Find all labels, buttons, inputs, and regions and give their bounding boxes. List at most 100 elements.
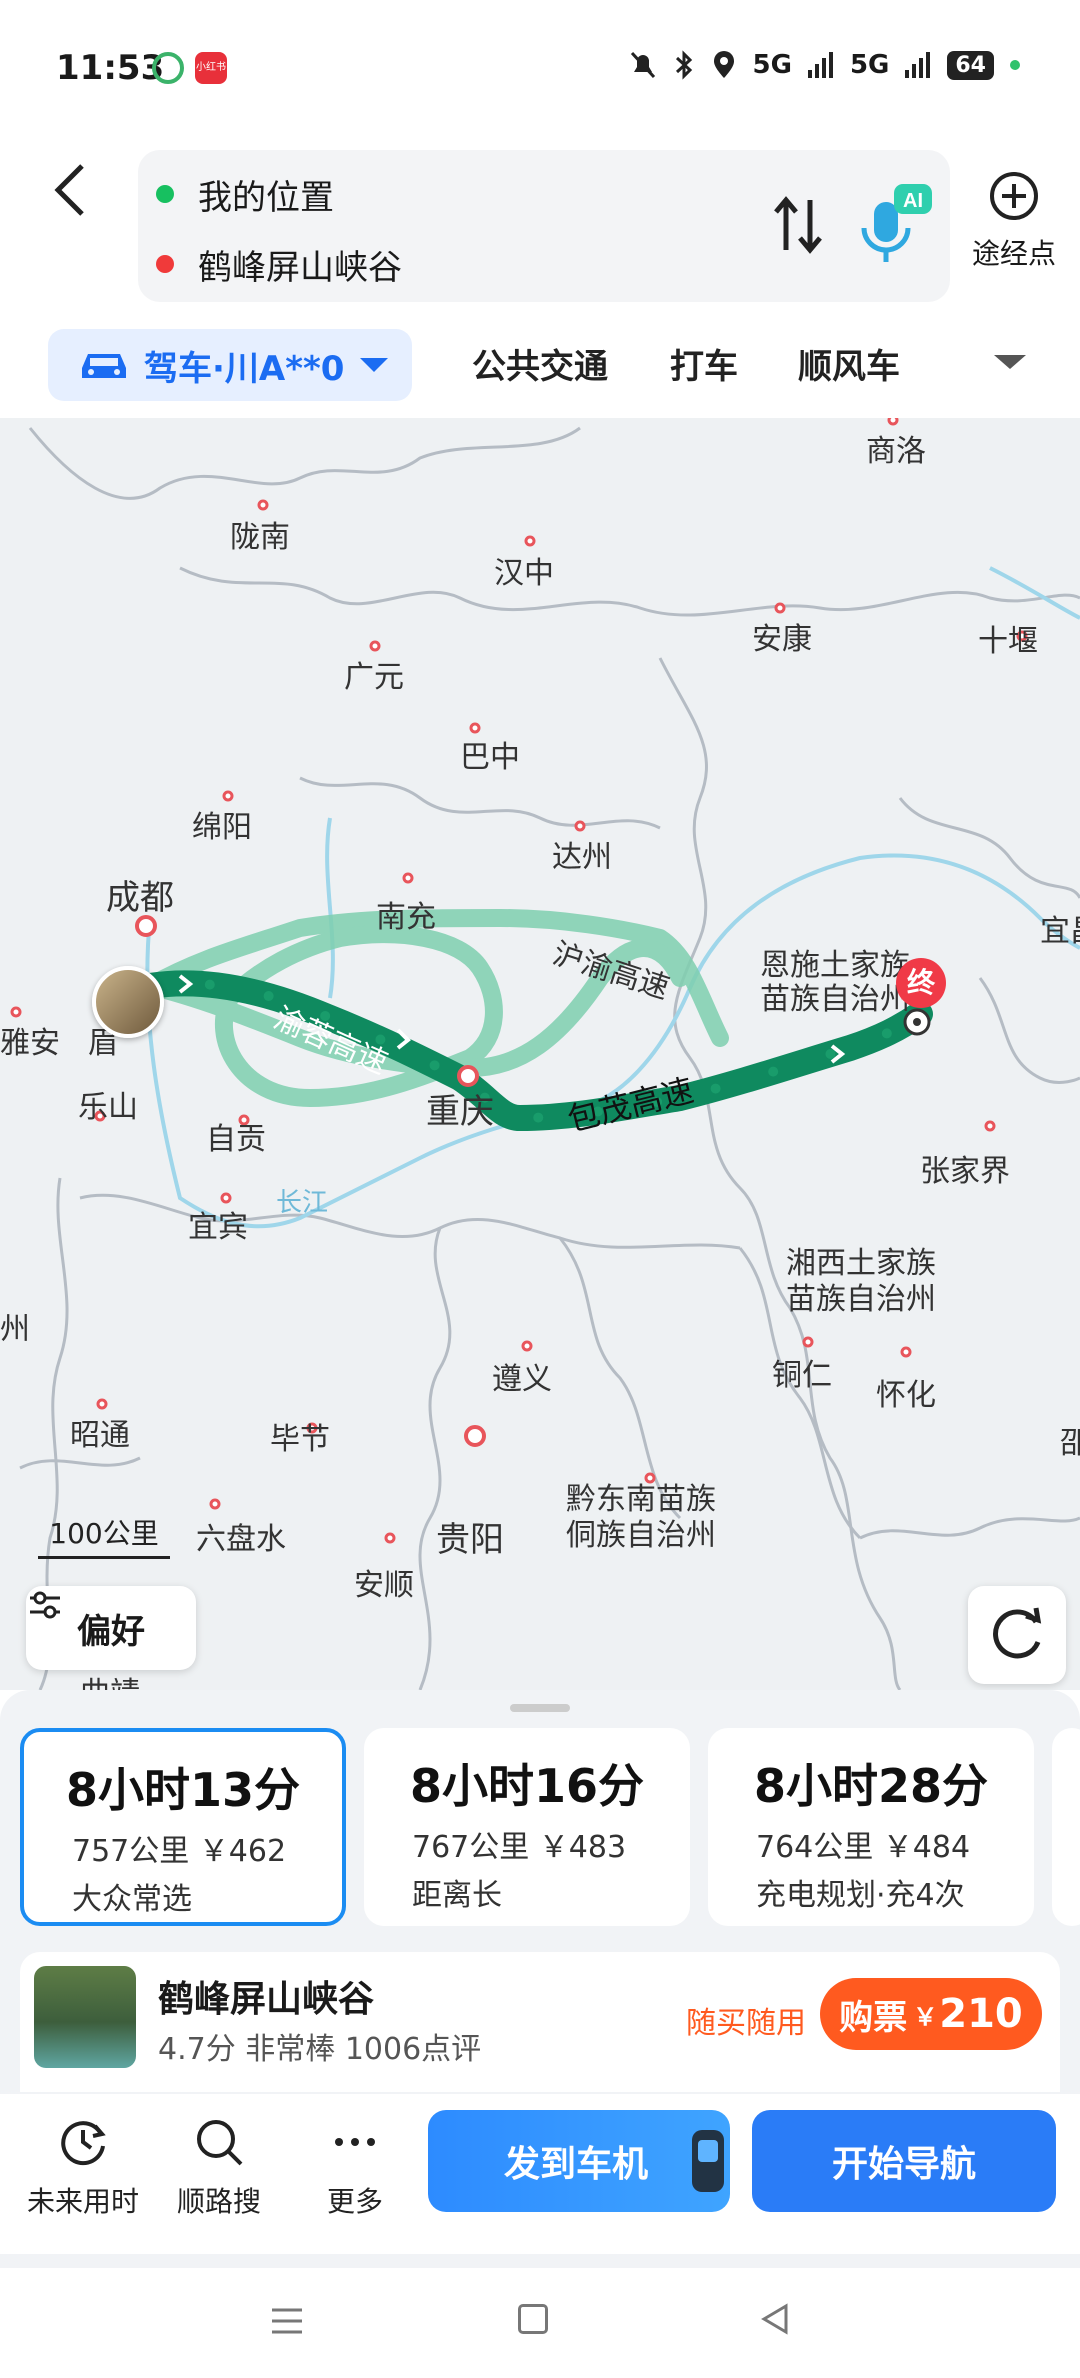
- map-label: 重庆: [426, 1092, 494, 1132]
- more-label: 更多: [326, 2185, 383, 2218]
- map-label: 张家界: [920, 1154, 1010, 1189]
- start-dot-icon: [156, 185, 174, 203]
- tab-carpool[interactable]: 顺风车: [798, 339, 900, 388]
- clock-icon: [61, 2121, 106, 2166]
- tab-drive[interactable]: 驾车·川A**0: [48, 329, 412, 401]
- tab-transit[interactable]: 公共交通: [472, 339, 608, 388]
- route-tag: 大众常选: [72, 1882, 192, 1917]
- map-label: 巴中: [460, 740, 520, 775]
- back-button[interactable]: [50, 160, 110, 240]
- destination-poi-card[interactable]: 鹤峰屏山峡谷 4.7分 非常棒 1006点评 随买随用 购票 ￥ 210: [20, 1952, 1060, 2092]
- route-option-2[interactable]: 8小时16分 767公里 ￥483 距离长: [364, 1728, 690, 1926]
- map-label: 遵义: [492, 1362, 552, 1397]
- province-borders: [19, 426, 1080, 1690]
- route-tag: 距离长: [412, 1878, 502, 1913]
- recent-apps-icon[interactable]: [270, 2306, 304, 2336]
- back-triangle-icon[interactable]: [758, 2302, 792, 2336]
- battery-indicator: 64: [947, 50, 994, 80]
- ticket-price: 210: [939, 1991, 1023, 2037]
- chengdu-dot: [135, 915, 157, 937]
- system-nav-bar: [0, 2268, 1080, 2378]
- map-label: 宜宾: [188, 1210, 248, 1245]
- tab-drive-label: 驾车·川A**0: [144, 348, 345, 389]
- route-distance-cost: 767公里 ￥483: [412, 1830, 627, 1865]
- end-marker-icon[interactable]: 终: [896, 958, 946, 1008]
- map-label: 绵阳: [192, 810, 252, 845]
- map-label: 安康: [752, 622, 812, 657]
- search-along-label: 顺路搜: [176, 2185, 261, 2218]
- poi-thumbnail: [34, 1966, 136, 2068]
- tab-taxi[interactable]: 打车: [670, 339, 738, 388]
- map-label: 商洛: [866, 434, 926, 469]
- privacy-dot: [1010, 60, 1020, 70]
- app-notification-icon: [152, 52, 184, 84]
- network-5g-1: 5G: [752, 50, 792, 80]
- route-distance-cost: 757公里 ￥462: [72, 1834, 287, 1869]
- map-label: 侗族自治州: [566, 1518, 716, 1553]
- map-label: 苗族自治州: [760, 982, 910, 1017]
- status-time: 11:53: [56, 48, 165, 88]
- destination-field[interactable]: 鹤峰屏山峡谷: [156, 234, 402, 294]
- back-arrow-icon: [54, 164, 84, 216]
- route-time: 8小时28分: [753, 1759, 989, 1813]
- route-option-3[interactable]: 8小时28分 764公里 ￥484 充电规划·充4次: [708, 1728, 1034, 1926]
- add-waypoint-button[interactable]: 途经点: [964, 170, 1064, 272]
- map-label: 广元: [344, 660, 404, 695]
- destination-label: 鹤峰屏山峡谷: [198, 247, 402, 288]
- swap-icon[interactable]: [768, 190, 828, 260]
- refresh-button[interactable]: [968, 1586, 1066, 1684]
- search-icon: [197, 2120, 243, 2166]
- home-icon[interactable]: [518, 2304, 548, 2334]
- more-button[interactable]: 更多: [290, 2114, 420, 2220]
- map-label: 毕节: [270, 1422, 330, 1457]
- route-options: 8小时13分 757公里 ￥462 大众常选 8小时16分 767公里 ￥483…: [0, 1728, 1080, 1928]
- map-label: 六盘水: [196, 1522, 286, 1557]
- sheet-handle[interactable]: [510, 1704, 570, 1712]
- car-icon: [82, 354, 126, 378]
- buy-ticket-button[interactable]: 购票 ￥ 210: [820, 1978, 1042, 2050]
- future-time-button[interactable]: 未来用时: [18, 2114, 148, 2220]
- signal-icon: [807, 52, 833, 78]
- mute-icon: [630, 51, 655, 79]
- start-field[interactable]: 我的位置: [156, 164, 334, 224]
- sliders-icon: [30, 1591, 60, 1619]
- route-time: 8小时13分: [65, 1763, 301, 1817]
- map-label: 自贡: [206, 1122, 266, 1157]
- route-option-4-peek[interactable]: [1052, 1728, 1080, 1926]
- map-canvas: [10, 418, 1080, 1690]
- future-time-label: 未来用时: [26, 2185, 139, 2218]
- bottom-action-bar: 未来用时 顺路搜 更多 发到车机 开始导航: [0, 2094, 1080, 2254]
- preference-button[interactable]: 偏好: [26, 1586, 196, 1670]
- location-icon: [713, 51, 734, 78]
- route-tag: 充电规划·充4次: [756, 1878, 965, 1913]
- signal-icon-2: [905, 52, 931, 78]
- map-label: 雅安: [0, 1026, 60, 1061]
- route-option-1[interactable]: 8小时13分 757公里 ￥462 大众常选: [20, 1728, 346, 1926]
- map-label: 安顺: [354, 1568, 414, 1603]
- status-right: 5G 5G 64: [629, 50, 1020, 80]
- search-along-button[interactable]: 顺路搜: [154, 2114, 284, 2220]
- ai-voice-icon[interactable]: AI: [856, 180, 936, 270]
- map-label: 十堰: [978, 624, 1038, 659]
- send-to-car-button[interactable]: 发到车机: [428, 2110, 730, 2212]
- map-label: 州: [0, 1312, 30, 1347]
- add-circle-icon: [990, 172, 1038, 220]
- map-scale: 100公里: [38, 1512, 170, 1559]
- river-label: 长江: [276, 1188, 329, 1218]
- chongqing-dot: [457, 1065, 479, 1087]
- map-label: 成都: [106, 878, 174, 918]
- map-label: 铜仁: [772, 1358, 832, 1393]
- map-label: 苗族自治州: [786, 1282, 936, 1317]
- map-label: 乐山: [78, 1090, 138, 1125]
- map-label: 南充: [376, 900, 436, 935]
- map-view[interactable]: 商洛 陇南 汉中 安康 十堰 广元 巴中 绵阳 达州 成都 南充 恩施土家族 苗…: [0, 418, 1080, 1690]
- mode-tabs: 驾车·川A**0 公共交通 打车 顺风车: [0, 325, 1080, 405]
- map-label: 邵: [1060, 1426, 1080, 1461]
- send-to-car-label: 发到车机: [504, 2144, 649, 2185]
- start-navigation-button[interactable]: 开始导航: [752, 2110, 1056, 2212]
- more-modes-chevron-icon[interactable]: [994, 355, 1026, 369]
- poi-name: 鹤峰屏山峡谷: [158, 1979, 375, 2020]
- map-label: 陇南: [230, 520, 290, 555]
- poi-meta: 4.7分 非常棒 1006点评: [158, 2032, 482, 2067]
- current-location-avatar[interactable]: [92, 966, 164, 1038]
